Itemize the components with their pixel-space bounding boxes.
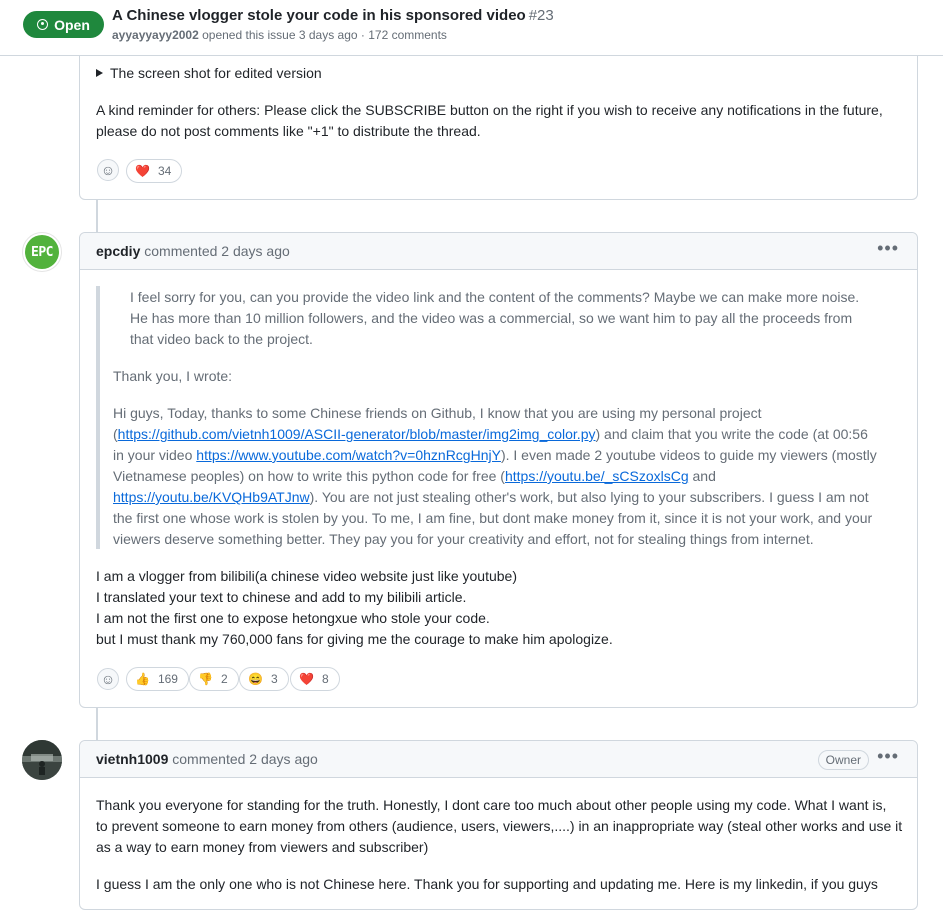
- quote-text: ). I even made 2 youtube videos to guide…: [500, 447, 877, 463]
- quote-line: Thank you, I wrote:: [113, 368, 233, 384]
- comment-body-line: to prevent someone to earn money from ot…: [96, 818, 903, 834]
- reaction-count: 2: [220, 672, 228, 686]
- thumbs-down-emoji: 👎: [198, 672, 213, 686]
- comment-body-line: I am a vlogger from bilibili(a chinese v…: [96, 568, 517, 584]
- comment-body-line: Thank you everyone for standing for the …: [96, 797, 887, 813]
- owner-badge: Owner: [817, 750, 869, 770]
- comment-timestamp[interactable]: commented 2 days ago: [172, 751, 318, 767]
- reaction-laugh[interactable]: 😄 3: [239, 667, 289, 691]
- heart-emoji: ❤️: [135, 164, 150, 178]
- reaction-count: 3: [270, 672, 278, 686]
- comment-body-line: but I must thank my 760,000 fans for giv…: [96, 631, 613, 647]
- quote-line: viewers deserve something better. They p…: [113, 531, 814, 547]
- comment-epcdiy: epcdiy commented 2 days ago ••• I feel s…: [79, 232, 918, 708]
- issue-title[interactable]: A Chinese vlogger stole your code in his…: [112, 7, 554, 24]
- github-link[interactable]: https://github.com/vietnh1009/ASCII-gene…: [118, 426, 596, 442]
- reaction-thumbs-up[interactable]: 👍 169: [126, 667, 189, 691]
- issue-meta: ayyayyayy2002 opened this issue 3 days a…: [112, 28, 447, 42]
- comment-header-text: vietnh1009 commented 2 days ago: [96, 751, 318, 767]
- heart-emoji: ❤️: [299, 672, 314, 686]
- youtube-link[interactable]: https://www.youtube.com/watch?v=0hznRcgH…: [196, 447, 501, 463]
- quote-text: and: [688, 468, 716, 484]
- quote-line: https://youtu.be/KVQHb9ATJnw). You are n…: [113, 487, 869, 508]
- youtube-link[interactable]: https://youtu.be/_sCSzoxlsCg: [505, 468, 689, 484]
- quote-line: that video back to the project.: [130, 331, 313, 347]
- add-reaction-button[interactable]: ☺: [97, 159, 119, 181]
- thumbs-up-emoji: 👍: [135, 672, 150, 686]
- comment-body-line: I translated your text to chinese and ad…: [96, 589, 467, 605]
- quote-line: He has more than 10 million followers, a…: [130, 310, 853, 326]
- issue-opened-icon: [37, 19, 49, 30]
- comment-body-line: please do not post comments like "+1" to…: [96, 123, 481, 139]
- reaction-count: 8: [321, 672, 329, 686]
- laugh-emoji: 😄: [248, 672, 263, 686]
- comment-author-link[interactable]: epcdiy: [96, 243, 140, 259]
- comment-header-text: epcdiy commented 2 days ago: [96, 243, 290, 259]
- avatar-logo-text: EPC: [31, 244, 53, 260]
- timeline-connector: [96, 199, 98, 233]
- issue-number: #23: [528, 7, 554, 24]
- comment-body-line: as a way to earn money from viewers and …: [96, 839, 429, 855]
- quote-text: ). You are not just stealing other's wor…: [309, 489, 869, 505]
- quote-line: the first one whose work is stolen by yo…: [113, 510, 873, 526]
- avatar[interactable]: [22, 740, 62, 780]
- smiley-icon: ☺: [100, 162, 116, 178]
- blockquote-bar: [96, 286, 100, 549]
- issue-meta-text: opened this issue 3 days ago · 172 comme…: [202, 28, 447, 42]
- quote-text: ) and claim that you write the code (at …: [595, 426, 868, 442]
- triangle-right-icon: [96, 69, 103, 77]
- youtube-link[interactable]: https://youtu.be/KVQHb9ATJnw: [113, 489, 310, 505]
- comment-header: epcdiy commented 2 days ago •••: [80, 233, 917, 270]
- avatar-logo: EPC: [25, 235, 59, 269]
- avatar[interactable]: EPC: [22, 232, 62, 272]
- add-reaction-button[interactable]: ☺: [97, 668, 119, 690]
- quote-line: (https://github.com/vietnh1009/ASCII-gen…: [113, 424, 868, 445]
- comment-body-line: A kind reminder for others: Please click…: [96, 102, 883, 118]
- comment-header: vietnh1009 commented 2 days ago Owner ••…: [80, 741, 917, 778]
- issue-state-badge: Open: [23, 11, 104, 38]
- comment-timestamp[interactable]: commented 2 days ago: [144, 243, 290, 259]
- reaction-thumbs-down[interactable]: 👎 2: [189, 667, 239, 691]
- reaction-heart[interactable]: ❤️ 34: [126, 159, 183, 183]
- quote-line: Vietnamese peoples) on how to write this…: [113, 466, 716, 487]
- quote-line: Hi guys, Today, thanks to some Chinese f…: [113, 405, 762, 421]
- issue-sticky-header: Open A Chinese vlogger stole your code i…: [0, 0, 943, 56]
- issue-state-label: Open: [54, 16, 90, 33]
- issue-title-text[interactable]: A Chinese vlogger stole your code in his…: [112, 7, 526, 24]
- issue-body-comment: The screen shot for edited version A kin…: [79, 40, 918, 200]
- comment-author-link[interactable]: vietnh1009: [96, 751, 168, 767]
- kebab-horizontal-icon[interactable]: •••: [877, 746, 899, 767]
- comment-body-line: I am not the first one to expose hetongx…: [96, 610, 490, 626]
- reaction-heart[interactable]: ❤️ 8: [290, 667, 340, 691]
- quote-text: in your video: [113, 447, 197, 463]
- quote-text: Vietnamese peoples) on how to write this…: [113, 468, 505, 484]
- issue-author-link[interactable]: ayyayyayy2002: [112, 28, 199, 42]
- reaction-count: 169: [157, 672, 178, 686]
- timeline-connector: [96, 707, 98, 741]
- avatar-photo: [22, 740, 62, 780]
- kebab-horizontal-icon[interactable]: •••: [877, 238, 899, 259]
- quote-line: I feel sorry for you, can you provide th…: [130, 289, 860, 305]
- details-toggle[interactable]: The screen shot for edited version: [96, 63, 322, 84]
- details-summary: The screen shot for edited version: [110, 65, 322, 81]
- reaction-count: 34: [157, 164, 172, 178]
- smiley-icon: ☺: [100, 671, 116, 687]
- quote-line: in your video https://www.youtube.com/wa…: [113, 445, 877, 466]
